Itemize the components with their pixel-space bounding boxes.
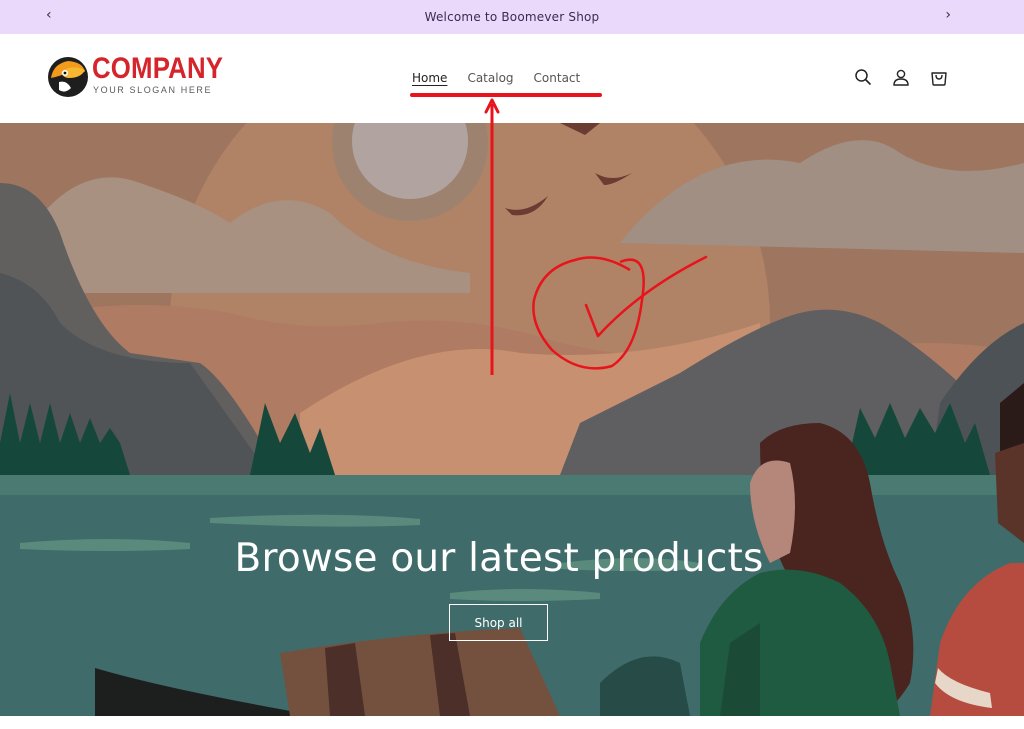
hero-title: Browse our latest products [234,536,764,581]
site-header: COMPANY YOUR SLOGAN HERE Home Catalog Co… [0,34,1024,124]
chevron-left-icon[interactable]: ‹ [46,7,52,23]
toucan-logo-icon [48,57,88,97]
shop-all-button[interactable]: Shop all [449,604,548,641]
search-icon[interactable] [853,66,873,88]
company-logo[interactable]: COMPANY YOUR SLOGAN HERE [47,52,223,102]
main-nav: Home Catalog Contact [412,71,580,85]
hero-banner: Browse our latest products Shop all [0,123,1024,716]
chevron-right-icon[interactable]: › [945,7,951,23]
company-name: COMPANY [92,52,224,85]
announcement-bar: ‹ Welcome to Boomever Shop › [0,0,1024,34]
cart-icon[interactable] [929,66,949,88]
nav-contact[interactable]: Contact [534,71,581,85]
header-icons [853,66,949,88]
announcement-text: Welcome to Boomever Shop [424,10,600,24]
company-slogan: YOUR SLOGAN HERE [93,85,213,95]
nav-catalog[interactable]: Catalog [467,71,513,85]
account-icon[interactable] [891,66,911,88]
nav-home[interactable]: Home [412,71,447,85]
